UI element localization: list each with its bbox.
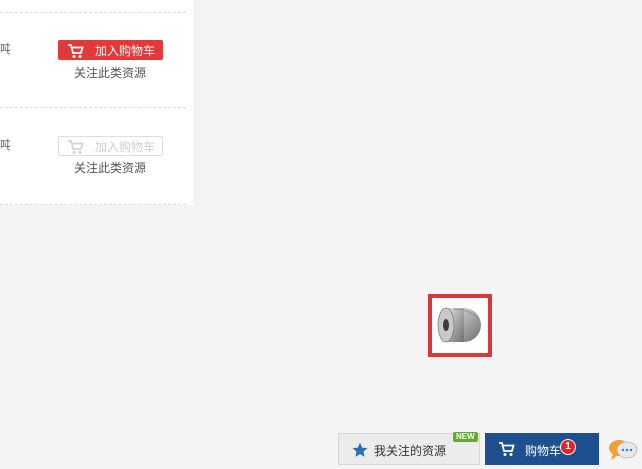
- bottom-toolbar: 我关注的资源 NEW 购物车 1: [0, 431, 642, 469]
- unit-label: 吨: [0, 138, 10, 152]
- follow-resource-link[interactable]: 关注此类资源: [74, 159, 146, 176]
- unit-label: 吨: [0, 42, 10, 56]
- shopping-cart-label: 购物车: [525, 444, 562, 458]
- my-watched-resources-label: 我关注的资源: [374, 444, 447, 458]
- new-badge: NEW: [453, 432, 478, 442]
- my-watched-resources-button[interactable]: 我关注的资源 NEW: [338, 432, 480, 465]
- add-to-cart-label: 加入购物车: [95, 44, 156, 58]
- star-icon: [352, 442, 368, 457]
- resource-list-panel: 吨 加入购物车 关注此类资源 吨 加入购物车 关注此类资源: [0, 0, 193, 205]
- add-to-cart-button-disabled[interactable]: 加入购物车: [58, 136, 163, 156]
- product-thumbnail[interactable]: [428, 294, 492, 357]
- steel-coil-icon: [437, 307, 481, 343]
- row-divider: [0, 107, 186, 108]
- row-divider: [0, 12, 186, 13]
- row-divider: [0, 204, 186, 205]
- cart-icon: [68, 44, 84, 58]
- add-to-cart-label: 加入购物车: [95, 140, 156, 154]
- add-to-cart-button[interactable]: 加入购物车: [58, 40, 163, 60]
- cart-icon: [499, 442, 515, 456]
- cart-count-badge: 1: [560, 439, 576, 455]
- chat-bubbles-icon[interactable]: [608, 437, 638, 463]
- follow-resource-link[interactable]: 关注此类资源: [74, 64, 146, 81]
- shopping-cart-button[interactable]: 购物车 1: [485, 433, 599, 465]
- cart-icon: [68, 140, 84, 154]
